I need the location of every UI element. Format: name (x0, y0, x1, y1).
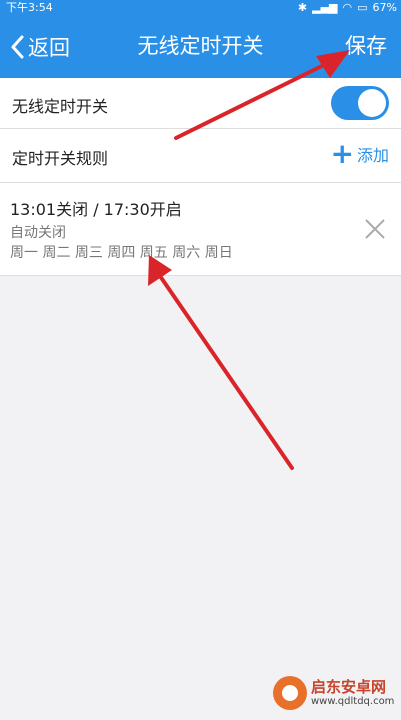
rule-times: 13:01关闭 / 17:30开启 (10, 200, 182, 219)
wifi-icon: ◠ (342, 1, 353, 14)
rule-item[interactable]: 13:01关闭 / 17:30开启 自动关闭 周一 周二 周三 周四 周五 周六… (0, 183, 401, 276)
save-button[interactable]: 保存 (345, 15, 387, 78)
battery-percent: 67% (372, 1, 397, 14)
toggle-knob (358, 89, 386, 117)
bluetooth-icon: ✱ (297, 1, 308, 14)
watermark-name: 启东安卓网 (311, 678, 387, 696)
plus-icon: + (330, 137, 354, 170)
battery-icon: ▭ (357, 1, 368, 14)
status-icons: ✱ ▂▄▆ ◠ ▭ 67% (298, 0, 397, 15)
wireless-timer-label: 无线定时开关 (12, 97, 109, 116)
rule-mode: 自动关闭 (10, 225, 66, 241)
watermark: 启东安卓网 www.qdltdq.com (273, 674, 397, 714)
nav-bar: 返回 无线定时开关 保存 (0, 15, 401, 78)
status-time: 下午3:54 (6, 1, 53, 14)
signal-icon: ▂▄▆ (312, 1, 338, 14)
delete-rule-icon[interactable] (363, 217, 387, 241)
watermark-url: www.qdltdq.com (311, 696, 395, 707)
wireless-timer-row: 无线定时开关 (0, 78, 401, 129)
timer-rules-label: 定时开关规则 (12, 149, 109, 168)
add-rule-button[interactable]: + 添加 (330, 137, 389, 170)
annotation-arrow-rule (148, 255, 294, 470)
rule-days: 周一 周二 周三 周四 周五 周六 周日 (10, 245, 233, 261)
wireless-timer-toggle[interactable] (331, 86, 389, 120)
timer-rules-row: 定时开关规则 + 添加 (0, 129, 401, 183)
page-title: 无线定时开关 (137, 34, 264, 58)
add-label: 添加 (356, 146, 389, 165)
watermark-logo (273, 676, 307, 710)
status-bar: 下午3:54 ✱ ▂▄▆ ◠ ▭ 67% (0, 0, 401, 15)
